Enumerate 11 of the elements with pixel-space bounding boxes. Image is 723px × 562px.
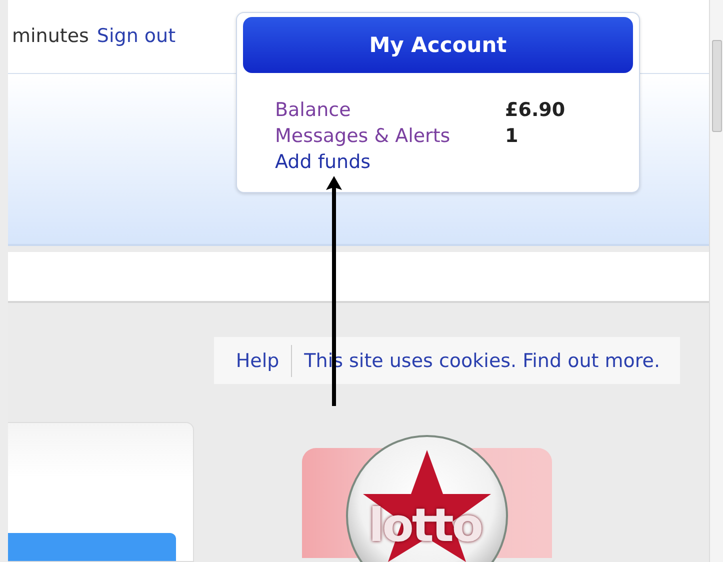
account-value: £6.90	[505, 98, 566, 123]
account-link[interactable]: Balance	[275, 97, 505, 123]
footer-link[interactable]: Help	[236, 350, 280, 372]
account-value: 1	[505, 124, 520, 149]
add-funds-link[interactable]: Add funds	[275, 149, 505, 175]
account-header: My Account	[243, 17, 633, 73]
account-link[interactable]: Messages & Alerts	[275, 123, 505, 149]
action-button[interactable]	[8, 533, 176, 562]
sign-out-link[interactable]: Sign out	[96, 25, 176, 48]
scrollbar[interactable]	[709, 0, 723, 562]
session-text: minutes	[12, 25, 89, 48]
